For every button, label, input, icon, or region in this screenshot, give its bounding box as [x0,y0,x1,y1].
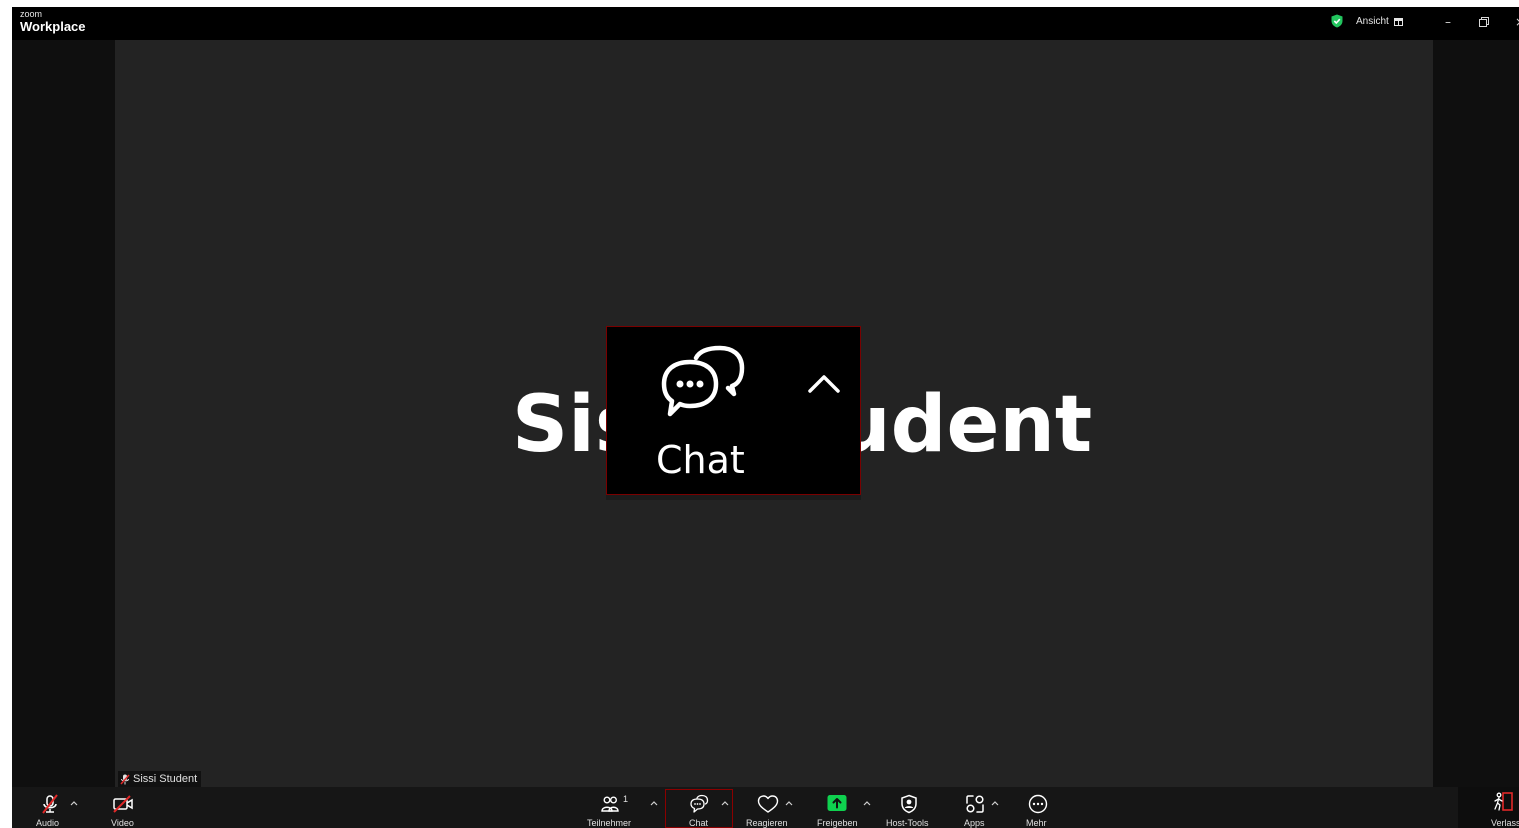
apps-options-chevron-icon[interactable] [990,799,1000,807]
close-icon[interactable]: × [1510,12,1519,32]
video-label: Video [111,818,134,828]
leave-area: Verlassen [1458,787,1519,828]
magnified-chat-overlay: Chat [606,326,861,500]
leave-label: Verlassen [1491,818,1519,828]
camera-off-icon [113,795,133,813]
title-bar: zoom Workplace Ansicht – × [12,7,1519,40]
more-options-icon [1028,794,1048,814]
share-screen-icon [827,795,847,811]
heart-react-icon [757,795,779,813]
more-label: Mehr [1026,818,1047,828]
participants-icon [601,796,619,812]
meeting-toolbar: Audio Video 1 Teilnehmer Chat Reagieren … [12,787,1519,828]
shield-icon [901,794,917,814]
react-options-chevron-icon[interactable] [784,799,794,807]
participants-options-chevron-icon[interactable] [649,799,659,807]
react-button[interactable]: Reagieren [744,787,792,828]
audio-options-chevron-icon[interactable] [69,799,79,807]
chat-label: Chat [689,818,709,828]
right-gutter [1433,40,1519,787]
chat-icon [690,794,709,813]
chat-options-chevron-icon[interactable] [720,799,730,807]
chat-bubbles-icon [661,345,745,417]
chat-button[interactable]: Chat [680,787,720,828]
left-gutter [12,40,115,787]
brand-title: Workplace [20,19,86,34]
participants-label: Teilnehmer [587,818,632,828]
share-label: Freigeben [817,818,858,828]
zoom-meeting-window: zoom Workplace Ansicht – × Sissi Stude [12,7,1519,828]
view-button[interactable]: Ansicht [1356,14,1403,30]
grid-view-icon [1393,18,1403,26]
share-button[interactable]: Freigeben [815,787,861,828]
audio-label: Audio [36,818,60,828]
muted-mic-icon [120,774,130,784]
apps-icon [966,795,984,813]
more-button[interactable]: Mehr [1022,787,1058,828]
chevron-up-icon [808,375,840,393]
mic-muted-icon [42,794,58,814]
minimize-icon[interactable]: – [1438,12,1458,32]
apps-button[interactable]: Apps [957,787,993,828]
audio-button[interactable]: Audio [30,787,70,828]
participants-count: 1 [623,794,629,804]
brand-small: zoom [20,9,43,19]
encryption-shield-icon[interactable] [1330,14,1344,28]
share-options-chevron-icon[interactable] [862,799,872,807]
magnified-chat-label: Chat [656,438,745,482]
restore-icon[interactable] [1474,12,1494,32]
participants-button[interactable]: 1 Teilnehmer [585,787,639,828]
leave-button[interactable]: Verlassen [1462,787,1519,828]
view-label: Ansicht [1356,16,1389,27]
apps-label: Apps [964,818,985,828]
host-tools-label: Host-Tools [886,818,929,828]
host-tools-button[interactable]: Host-Tools [884,787,934,828]
leave-door-icon [1494,792,1513,811]
react-label: Reagieren [746,818,788,828]
name-tag: Sissi Student [118,771,202,787]
video-button[interactable]: Video [104,787,144,828]
name-tag-label: Sissi Student [133,773,198,785]
